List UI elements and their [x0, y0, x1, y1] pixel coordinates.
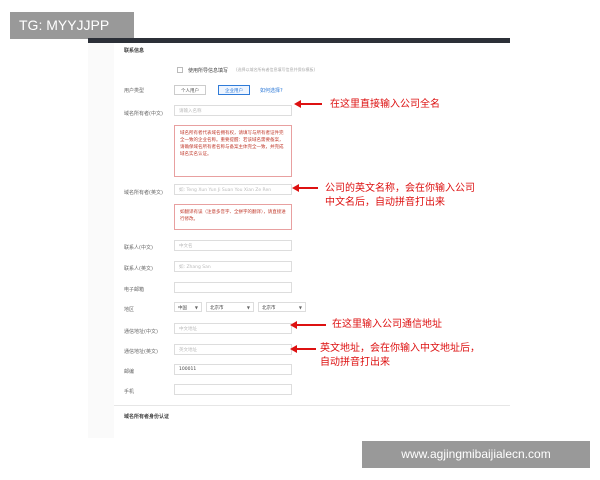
addr-cn-input[interactable]: 中文地址	[174, 323, 292, 334]
arrow-icon	[292, 184, 318, 192]
arrow-icon	[294, 100, 322, 108]
contact-en-input[interactable]: 如: Zhang San	[174, 261, 292, 272]
owner-cn-label: 域名所有者(中文)	[124, 111, 163, 117]
section-title-contact: 联系信息	[124, 48, 145, 54]
contact-cn-input[interactable]: 中文名	[174, 240, 292, 251]
addr-en-input[interactable]: 英文地址	[174, 344, 292, 355]
phone-label: 手机	[124, 389, 135, 395]
checkbox-label: 使用所导信息填写	[188, 68, 229, 74]
zip-input[interactable]: 100011	[174, 364, 292, 375]
province-select[interactable]: 北京市 ▼	[206, 302, 254, 312]
annotation-company-name: 在这里直接输入公司全名	[330, 99, 440, 110]
owner-en-input[interactable]: 如: Teng Xun Yun Ji Suan You Xian Ze Ren	[174, 184, 292, 195]
section-title-identity: 域名所有者身份认证	[124, 414, 170, 420]
email-label: 电子邮箱	[124, 287, 145, 293]
city-select[interactable]: 北京市 ▼	[258, 302, 306, 312]
owner-cn-warning: 域名所有者代表域名拥有权，请填写与所有者证件完全一致的企业名称。重要提醒：若该域…	[174, 125, 292, 177]
annotation-address: 在这里输入公司通信地址	[332, 319, 442, 330]
user-type-company-button[interactable]: 企业用户	[218, 85, 250, 95]
addr-cn-label: 通信地址(中文)	[124, 329, 158, 335]
chevron-down-icon: ▼	[298, 304, 302, 310]
screenshot-frame: 联系信息 使用所导信息填写 (选择以域名所有者信息填写信息并保存模板) 用户类型…	[88, 38, 510, 438]
annotation-english-address-line2: 自动拼音打出来	[320, 357, 390, 368]
watermark-tag: TG: MYYJJPP	[10, 12, 134, 39]
country-select[interactable]: 中国 ▼	[174, 302, 202, 312]
user-type-personal-button[interactable]: 个人用户	[174, 85, 206, 95]
zip-label: 邮编	[124, 369, 135, 375]
region-label: 地区	[124, 307, 135, 313]
chevron-down-icon: ▼	[246, 304, 250, 310]
addr-en-label: 通信地址(英文)	[124, 349, 158, 355]
annotation-english-name-line2: 中文名后，自动拼音打出来	[325, 197, 445, 208]
watermark-url: www.agjingmibaijialecn.com	[362, 441, 590, 468]
phone-input[interactable]	[174, 384, 292, 395]
use-info-checkbox[interactable]	[177, 67, 183, 73]
arrow-icon	[290, 345, 316, 353]
owner-en-label: 域名所有者(英文)	[124, 190, 163, 196]
how-to-choose-link[interactable]: 如何选择?	[260, 87, 283, 94]
owner-en-warning: 如翻译有误（注意多音字、全拼字的翻译），请直接进行修改。	[174, 204, 292, 230]
arrow-icon	[290, 321, 326, 329]
province-select-value: 北京市	[210, 305, 224, 311]
country-select-value: 中国	[178, 305, 187, 311]
owner-cn-input[interactable]: 请输入名称	[174, 105, 292, 116]
chevron-down-icon: ▼	[194, 304, 198, 310]
divider	[114, 405, 510, 406]
user-type-label: 用户类型	[124, 88, 145, 94]
contact-cn-label: 联系人(中文)	[124, 245, 153, 251]
email-input[interactable]	[174, 282, 292, 293]
city-select-value: 北京市	[262, 305, 276, 311]
contact-en-label: 联系人(英文)	[124, 266, 153, 272]
annotation-english-name-line1: 公司的英文名称，会在你输入公司	[325, 183, 475, 194]
annotation-english-address-line1: 英文地址，会在你输入中文地址后，	[320, 343, 480, 354]
checkbox-hint: (选择以域名所有者信息填写信息并保存模板)	[236, 67, 316, 72]
